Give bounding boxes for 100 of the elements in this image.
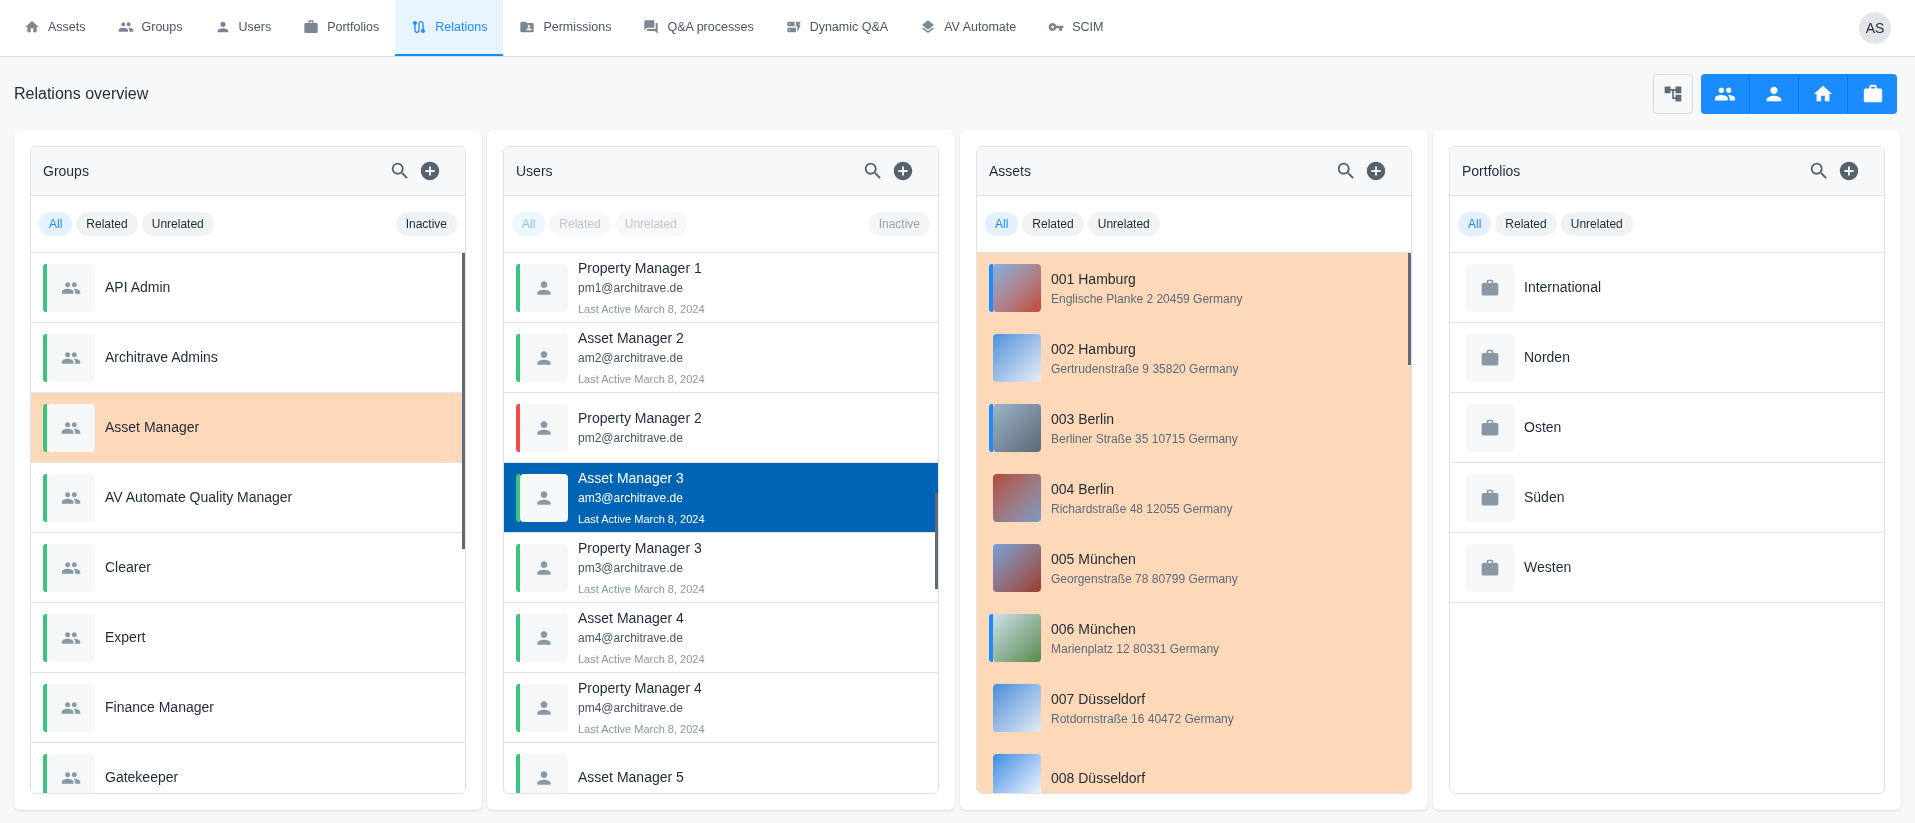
briefcase-icon [1480,557,1500,578]
column-title: Assets [989,161,1031,181]
list-item[interactable]: 006 München Marienplatz 12 80331 Germany [977,603,1411,673]
search-icon [1335,160,1357,182]
tree-view-button[interactable] [1653,73,1693,114]
nav-tab[interactable]: SCIM [1032,0,1120,56]
item-address: Georgenstraße 78 80799 Germany [1051,570,1238,588]
search-button[interactable] [389,160,411,182]
item-name: Property Manager 2 [578,409,702,428]
item-name: Süden [1524,488,1565,507]
photo-placeholder [993,754,1041,793]
item-name: International [1524,278,1602,297]
item-name: Norden [1524,348,1570,367]
item-name: API Admin [105,278,171,297]
item-name: Property Manager 4 [578,678,703,698]
item-address: Englische Planke 2 20459 Germany [1051,290,1243,308]
item-name: 003 Berlin [1051,409,1116,429]
search-button[interactable] [862,160,884,182]
photo-placeholder [993,684,1041,732]
item-address: Gertrudenstraße 9 35820 Germany [1051,360,1239,378]
item-address: Marienplatz 12 80331 Germany [1051,640,1220,658]
item-name: AV Automate Quality Manager [105,488,293,507]
search-button[interactable] [1808,160,1830,182]
briefcase-icon [303,19,320,35]
item-name: Property Manager 3 [578,538,703,558]
item-name: Property Manager 1 [578,258,703,278]
last-active-text: Last Active March 8, 2024 [578,371,705,387]
form-icon [785,19,802,35]
nav-tab[interactable]: Portfolios [287,0,396,56]
nav-tab[interactable]: Users [198,0,288,56]
photo-placeholder [993,544,1041,592]
item-email: am2@architrave.de [578,349,684,367]
item-name: Finance Manager [105,698,214,717]
item-email: am3@architrave.de [578,489,684,507]
user-avatar[interactable]: AS [1859,12,1891,44]
filter-chip[interactable]: Unrelated [141,212,214,236]
filter-chip[interactable]: Unrelated [1087,212,1160,236]
item-name: Expert [105,628,146,647]
nav-tab[interactable]: Assets [8,0,102,56]
nav-tab[interactable]: Permissions [503,0,628,56]
route-icon [411,19,428,35]
nav-tab[interactable]: Q&A processes [627,0,770,56]
item-name: 001 Hamburg [1051,269,1137,289]
item-email: am4@architrave.de [578,629,684,647]
home-icon [24,19,40,35]
list-item[interactable]: Asset Manager 3 am3@architrave.de Last Active March 8, 2024 [504,463,938,533]
filter-chip[interactable]: Related [76,212,138,236]
search-button[interactable] [1335,160,1357,182]
page-title: Relations overview [14,83,149,104]
scrollbar-thumb[interactable] [935,493,938,589]
item-name: 004 Berlin [1051,479,1116,499]
plus-icon [1365,160,1387,182]
item-name: 005 München [1051,549,1137,569]
last-active-text: Last Active March 8, 2024 [578,511,705,527]
filter-chip[interactable]: Related [1495,212,1557,236]
nav-tab[interactable]: Dynamic Q&A [769,0,905,56]
layers-icon [920,19,937,35]
list-item[interactable]: 007 Düsseldorf Rotdornstraße 16 40472 Germany [977,673,1411,743]
people-icon [117,19,134,35]
list-item[interactable]: 003 Berlin Berliner Straße 35 10715 Germany [977,393,1411,463]
photo-placeholder [993,614,1041,662]
item-name: Asset Manager 3 [578,468,685,488]
last-active-text: Last Active March 8, 2024 [578,301,705,317]
scrollbar-thumb[interactable] [1408,253,1411,365]
item-name: 007 Düsseldorf [1051,689,1147,709]
search-icon [1808,160,1830,182]
list-item[interactable]: 004 Berlin Richardstraße 48 12055 Germany [977,463,1411,533]
chat-icon [643,19,660,35]
list-item[interactable]: 005 München Georgenstraße 78 80799 Germany [977,533,1411,603]
photo-placeholder [993,474,1041,522]
item-address: Rotdornstraße 16 40472 Germany [1051,710,1234,728]
item-email: pm1@architrave.de [578,279,684,297]
column-title: Users [516,161,553,181]
column-title: Groups [43,161,89,181]
item-name: Asset Manager 2 [578,328,685,348]
add-button[interactable] [419,160,441,182]
filter-chip[interactable]: Related [1022,212,1084,236]
item-name: 002 Hamburg [1051,339,1137,359]
list-item[interactable]: Asset Manager [31,393,465,463]
last-active-text: Last Active March 8, 2024 [578,721,705,737]
list-item[interactable]: 008 Düsseldorf [977,743,1411,793]
photo-placeholder [993,334,1041,382]
filter-chip[interactable]: Unrelated [1560,212,1633,236]
list-item[interactable]: 002 Hamburg Gertrudenstraße 9 35820 Germany [977,323,1411,393]
item-name: 006 München [1051,619,1137,639]
item-name: Asset Manager 5 [578,768,684,787]
add-button[interactable] [892,160,914,182]
plus-icon [1838,160,1860,182]
add-button[interactable] [1365,160,1387,182]
nav-tab[interactable]: Groups [101,0,199,56]
briefcase-icon [1480,487,1500,508]
list-item[interactable]: 001 Hamburg Englische Planke 2 20459 Germany [977,253,1411,323]
scrollbar-thumb[interactable] [462,253,465,549]
photo-placeholder [993,404,1041,452]
nav-tab[interactable]: AV Automate [904,0,1033,56]
add-button[interactable] [1838,160,1860,182]
item-address: Berliner Straße 35 10715 Germany [1051,430,1238,448]
item-name: Clearer [105,558,151,577]
item-name: Architrave Admins [105,348,218,367]
last-active-text: Last Active March 8, 2024 [578,651,705,667]
